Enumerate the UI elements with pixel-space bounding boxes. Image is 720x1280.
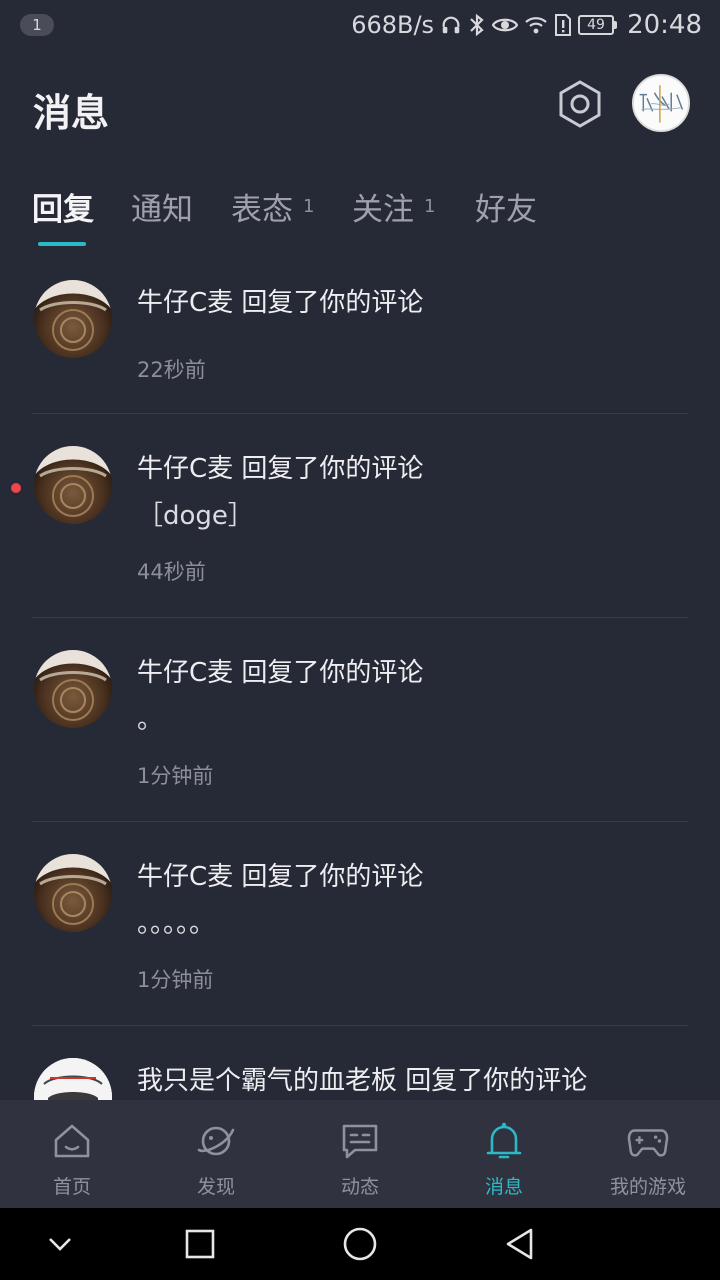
avatar-image [634, 76, 688, 130]
tab-label: 通知 [131, 192, 193, 228]
tab-label: 回复 [32, 192, 94, 228]
battery-level: 49 [578, 15, 615, 35]
message-time: 22秒前 [137, 358, 206, 382]
bell-icon [483, 1120, 525, 1162]
avatar[interactable] [34, 446, 112, 524]
status-icons: 668B/s 49 20:48 [351, 10, 702, 40]
message-time: 44秒前 [137, 560, 206, 584]
message-list[interactable]: 牛仔C麦 回复了你的评论 22秒前 牛仔C麦 回复了你的评论 ［doge］ 44… [0, 262, 720, 1100]
feed-chat-icon [339, 1120, 381, 1162]
page-title: 消息 [33, 91, 110, 135]
tab-follow[interactable]: 关注 1 [352, 184, 435, 229]
settings-button[interactable] [554, 78, 606, 130]
message-title: 牛仔C麦 回复了你的评论 [137, 288, 424, 318]
tab-count: 1 [424, 196, 436, 217]
status-bar: 1 668B/s 49 20:48 [0, 0, 720, 50]
headphones-icon [440, 14, 462, 36]
tab-reaction[interactable]: 表态 1 [231, 184, 314, 229]
nav-feed[interactable]: 动态 [288, 1100, 432, 1208]
bluetooth-icon [468, 13, 486, 37]
list-item[interactable]: 牛仔C麦 回复了你的评论 。。。。。 1分钟前 [32, 822, 688, 1026]
avatar[interactable] [34, 650, 112, 728]
list-item[interactable]: 牛仔C麦 回复了你的评论 22秒前 [32, 262, 688, 414]
nav-my-games[interactable]: 我的游戏 [576, 1100, 720, 1208]
notification-count-badge: 1 [20, 14, 54, 36]
chevron-down-icon [49, 1238, 71, 1251]
nav-label: 动态 [340, 1176, 379, 1198]
square-icon [185, 1229, 215, 1259]
recents-button[interactable] [180, 1224, 220, 1264]
message-title: 我只是个霸气的血老板 回复了你的评论 [137, 1066, 588, 1096]
clock: 20:48 [627, 10, 702, 40]
eye-icon [492, 15, 519, 35]
home-button[interactable] [340, 1224, 380, 1264]
tab-friends[interactable]: 好友 [475, 184, 537, 229]
triangle-back-icon [506, 1228, 533, 1260]
system-nav-bar [0, 1208, 720, 1280]
message-title: 牛仔C麦 回复了你的评论 [137, 862, 424, 892]
profile-avatar[interactable] [632, 74, 690, 132]
back-button[interactable] [500, 1224, 540, 1264]
planet-icon [195, 1120, 237, 1162]
message-tabs: 回复 通知 表态 1 关注 1 好友 [0, 176, 720, 256]
message-body: ［doge］ [137, 501, 254, 531]
gamepad-icon [627, 1120, 669, 1162]
tab-notice[interactable]: 通知 [131, 184, 193, 229]
list-item[interactable]: 牛仔C麦 回复了你的评论 。 1分钟前 [32, 618, 688, 822]
message-title: 牛仔C麦 回复了你的评论 [137, 454, 424, 484]
avatar[interactable] [34, 854, 112, 932]
nav-discover[interactable]: 发现 [144, 1100, 288, 1208]
nav-home[interactable]: 首页 [0, 1100, 144, 1208]
bottom-nav: 首页 发现 动态 消息 我的游戏 [0, 1100, 720, 1208]
message-time: 1分钟前 [137, 968, 214, 992]
battery-icon: 49 [578, 15, 618, 35]
hexagon-gear-icon [559, 80, 601, 128]
list-item[interactable]: 牛仔C麦 回复了你的评论 ［doge］ 44秒前 [11, 414, 688, 618]
avatar[interactable] [34, 1058, 112, 1100]
net-speed: 668B/s [351, 11, 435, 39]
nav-label: 消息 [484, 1176, 523, 1198]
tab-label: 关注 [352, 192, 414, 228]
header: 消息 [0, 62, 720, 146]
tab-label: 表态 [231, 192, 293, 228]
tab-reply[interactable]: 回复 [32, 184, 94, 229]
message-title: 牛仔C麦 回复了你的评论 [137, 658, 424, 688]
tab-label: 好友 [475, 192, 537, 228]
nav-label: 我的游戏 [609, 1176, 686, 1198]
avatar[interactable] [34, 280, 112, 358]
circle-icon [343, 1227, 377, 1261]
hide-nav-button[interactable] [40, 1224, 80, 1264]
message-time: 1分钟前 [137, 764, 214, 788]
message-body: 。。。。。 [137, 909, 216, 939]
wifi-icon [524, 15, 548, 35]
nav-messages[interactable]: 消息 [432, 1100, 576, 1208]
message-body: 。 [137, 705, 164, 735]
active-tab-indicator [38, 242, 86, 246]
tab-count: 1 [303, 196, 315, 217]
nav-label: 发现 [196, 1176, 235, 1198]
sim-alert-icon [554, 13, 572, 37]
list-item[interactable]: 我只是个霸气的血老板 回复了你的评论 [32, 1026, 688, 1100]
home-icon [51, 1120, 93, 1162]
nav-label: 首页 [52, 1176, 91, 1198]
unread-dot [11, 483, 21, 493]
